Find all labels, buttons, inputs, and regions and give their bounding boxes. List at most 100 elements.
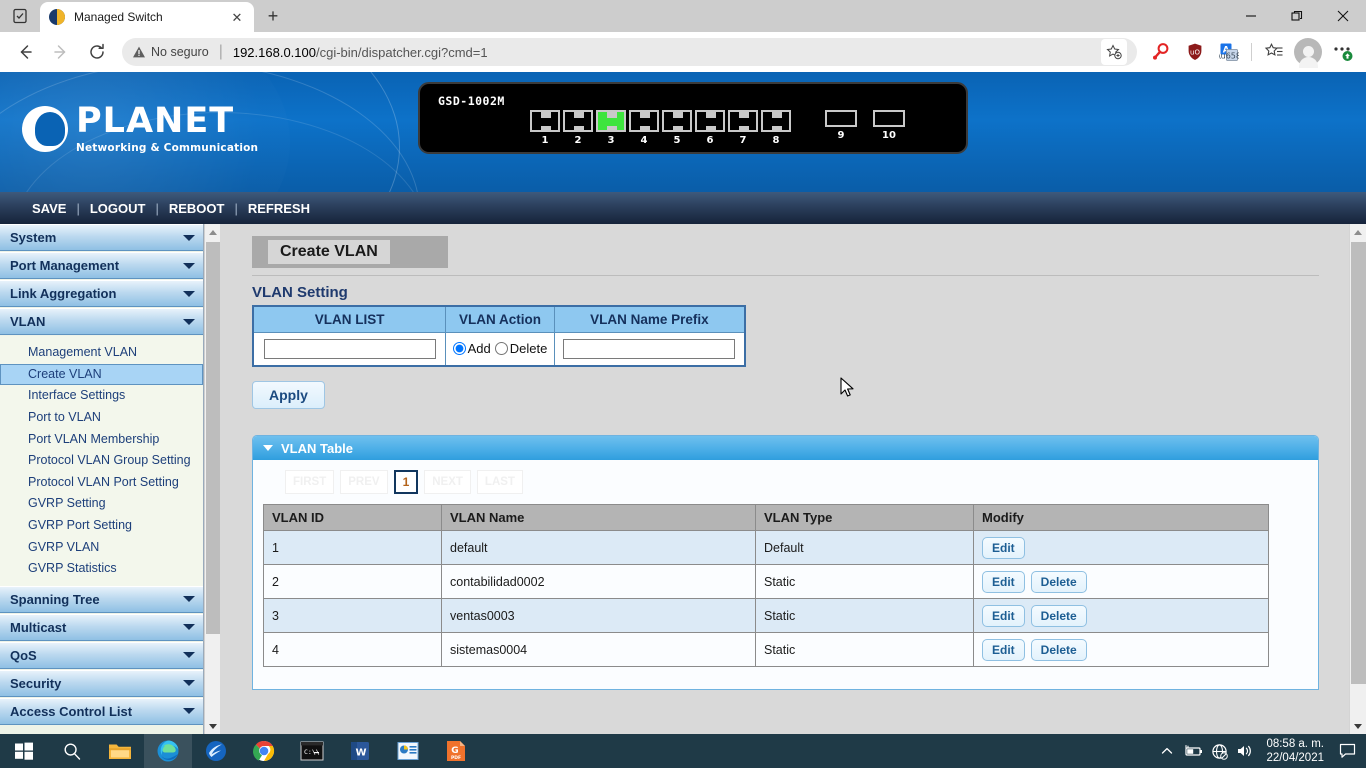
port-4[interactable]: 4 — [629, 110, 659, 146]
translate-icon[interactable]: A\u6587 — [1213, 36, 1245, 68]
sidebar-item-port-vlan-membership[interactable]: Port VLAN Membership — [0, 429, 203, 451]
vlan-table-panel-header[interactable]: VLAN Table — [253, 436, 1318, 460]
radio-delete[interactable]: Delete — [495, 341, 548, 356]
browser-menu-icon[interactable] — [1326, 36, 1358, 68]
scroll-up-icon[interactable] — [205, 224, 221, 240]
restore-button[interactable] — [1274, 0, 1320, 32]
pin-extension-icon[interactable] — [1145, 36, 1177, 68]
show-hidden-icons-chevron-up-icon[interactable] — [1154, 734, 1180, 768]
sidebar-item-spanning-tree[interactable]: Spanning Tree — [0, 586, 203, 613]
battery-icon[interactable] — [1180, 734, 1206, 768]
edit-button[interactable]: Edit — [982, 639, 1025, 661]
minimize-button[interactable] — [1228, 0, 1274, 32]
security-indicator[interactable]: No seguro — [132, 45, 209, 59]
sidebar-item-protocol-vlan-port-setting[interactable]: Protocol VLAN Port Setting — [0, 472, 203, 494]
nav-save[interactable]: SAVE — [22, 201, 76, 216]
word-button[interactable]: W — [336, 734, 384, 768]
sidebar-item-security[interactable]: Security — [0, 670, 203, 697]
sidebar-item-gvrp-port-setting[interactable]: GVRP Port Setting — [0, 515, 203, 537]
profile-avatar[interactable] — [1292, 36, 1324, 68]
col-vlan-type: VLAN Type — [756, 505, 974, 531]
main-scroll-thumb[interactable] — [1351, 242, 1366, 684]
sidebar-item-multicast[interactable]: Multicast — [0, 614, 203, 641]
radio-add[interactable]: Add — [453, 341, 491, 356]
edge-button[interactable] — [144, 734, 192, 768]
app-blue-swoosh-button[interactable] — [192, 734, 240, 768]
nav-refresh[interactable]: REFRESH — [238, 201, 320, 216]
port-1[interactable]: 1 — [530, 110, 560, 146]
sfp-port-9[interactable]: 9 — [825, 110, 857, 141]
port-2[interactable]: 2 — [563, 110, 593, 146]
ublock-shield-icon[interactable]: uO — [1179, 36, 1211, 68]
edit-button[interactable]: Edit — [982, 571, 1025, 593]
nav-logout[interactable]: LOGOUT — [80, 201, 156, 216]
port-jack-icon — [530, 110, 560, 132]
vlan-list-input[interactable] — [264, 339, 436, 359]
sidebar-scrollbar[interactable] — [204, 224, 220, 734]
pdf-app-button[interactable]: GPDF — [432, 734, 480, 768]
tab-close-icon[interactable]: ✕ — [228, 8, 246, 26]
sidebar-item-vlan[interactable]: VLAN — [0, 308, 203, 335]
pager-page-1[interactable]: 1 — [394, 470, 419, 494]
sidebar-item-management-vlan[interactable]: Management VLAN — [0, 342, 203, 364]
radio-delete-input[interactable] — [495, 342, 508, 355]
address-bar[interactable]: No seguro | 192.168.0.100/cgi-bin/dispat… — [122, 38, 1137, 66]
start-button[interactable] — [0, 734, 48, 768]
vlan-name-prefix-input[interactable] — [563, 339, 735, 359]
sidebar-item-system[interactable]: System — [0, 224, 203, 251]
port-8[interactable]: 8 — [761, 110, 791, 146]
browser-tab[interactable]: Managed Switch ✕ — [40, 2, 254, 32]
collections-icon[interactable] — [1258, 36, 1290, 68]
radio-add-input[interactable] — [453, 342, 466, 355]
pager-prev[interactable]: PREV — [340, 470, 387, 494]
sidebar-item-protocol-vlan-group-setting[interactable]: Protocol VLAN Group Setting — [0, 450, 203, 472]
sidebar-item-create-vlan[interactable]: Create VLAN — [0, 364, 203, 386]
delete-button[interactable]: Delete — [1031, 639, 1087, 661]
command-prompt-button[interactable]: C:\\ — [288, 734, 336, 768]
port-5[interactable]: 5 — [662, 110, 692, 146]
pager-next[interactable]: NEXT — [424, 470, 471, 494]
main-scrollbar[interactable] — [1349, 224, 1366, 734]
sidebar-item-gvrp-vlan[interactable]: GVRP VLAN — [0, 537, 203, 559]
sidebar-item-gvrp-statistics[interactable]: GVRP Statistics — [0, 558, 203, 580]
network-no-internet-icon[interactable] — [1206, 734, 1232, 768]
delete-button[interactable]: Delete — [1031, 605, 1087, 627]
search-button[interactable] — [48, 734, 96, 768]
apply-button[interactable]: Apply — [252, 381, 325, 409]
sidebar-scroll-thumb[interactable] — [206, 242, 220, 634]
new-tab-button[interactable]: + — [258, 1, 288, 31]
delete-button[interactable]: Delete — [1031, 571, 1087, 593]
pager-first[interactable]: FIRST — [285, 470, 334, 494]
add-favorite-icon[interactable] — [1101, 39, 1127, 65]
scroll-up-icon[interactable] — [1350, 224, 1366, 240]
sfp-port-10[interactable]: 10 — [873, 110, 905, 141]
port-7[interactable]: 7 — [728, 110, 758, 146]
sidebar-item-link-aggregation[interactable]: Link Aggregation — [0, 280, 203, 307]
close-button[interactable] — [1320, 0, 1366, 32]
clock[interactable]: 08:58 a. m. 22/04/2021 — [1258, 737, 1332, 766]
collapse-triangle-icon[interactable] — [263, 445, 273, 451]
port-6[interactable]: 6 — [695, 110, 725, 146]
scroll-down-icon[interactable] — [205, 718, 221, 734]
reload-button[interactable] — [80, 35, 114, 69]
back-button[interactable] — [8, 35, 42, 69]
file-explorer-button[interactable] — [96, 734, 144, 768]
sidebar-item-access-control-list[interactable]: Access Control List — [0, 698, 203, 725]
tab-search-icon[interactable] — [0, 0, 40, 32]
scroll-down-icon[interactable] — [1350, 718, 1366, 734]
edit-button[interactable]: Edit — [982, 537, 1025, 559]
volume-icon[interactable] — [1232, 734, 1258, 768]
chrome-button[interactable] — [240, 734, 288, 768]
sidebar-item-interface-settings[interactable]: Interface Settings — [0, 385, 203, 407]
forward-button[interactable] — [44, 35, 78, 69]
pager-last[interactable]: LAST — [477, 470, 523, 494]
sidebar-item-port-to-vlan[interactable]: Port to VLAN — [0, 407, 203, 429]
port-3[interactable]: 3 — [596, 110, 626, 146]
sidebar-item-port-management[interactable]: Port Management — [0, 252, 203, 279]
publisher-button[interactable] — [384, 734, 432, 768]
sidebar-item-qos[interactable]: QoS — [0, 642, 203, 669]
notifications-button[interactable] — [1332, 734, 1362, 768]
sidebar-item-gvrp-setting[interactable]: GVRP Setting — [0, 493, 203, 515]
edit-button[interactable]: Edit — [982, 605, 1025, 627]
nav-reboot[interactable]: REBOOT — [159, 201, 235, 216]
